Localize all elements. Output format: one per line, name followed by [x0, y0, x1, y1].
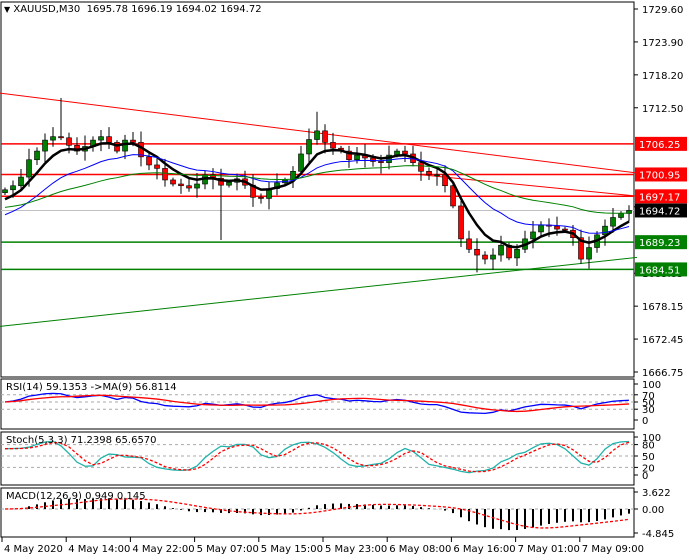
x-tick-label: 6 May 08:00: [389, 544, 451, 555]
y-tick-label: 1718.20: [642, 71, 683, 82]
candle-body: [562, 228, 568, 231]
macd-tick-label: 0.00: [642, 505, 664, 516]
macd-tick-label: 3.622: [642, 488, 671, 499]
y-tick-label: 1666.75: [642, 368, 683, 379]
price-label-support: 1689.23: [639, 238, 680, 249]
collapse-triangle-icon[interactable]: ▼: [4, 5, 10, 14]
candle-body: [154, 164, 160, 169]
candle-body: [498, 244, 504, 256]
x-tick-label: 6 May 16:00: [453, 544, 515, 555]
candle-body: [10, 185, 16, 191]
candle-body: [418, 162, 424, 172]
candle-body: [314, 130, 320, 140]
price-label-support: 1684.51: [639, 265, 680, 276]
candle-body: [450, 185, 456, 207]
candle-body: [194, 183, 200, 189]
y-tick-label: 1729.60: [642, 5, 683, 16]
candle-body: [170, 179, 176, 185]
candle-body: [610, 217, 616, 227]
stoch-tick-label: 80: [642, 441, 655, 452]
macd-tick-label: -4.845: [642, 529, 674, 540]
main-pane: [0, 1, 635, 378]
candle-body: [330, 142, 336, 149]
x-tick-label: 4 May 14:00: [68, 544, 130, 555]
y-tick-label: 1712.50: [642, 104, 683, 115]
x-tick-label: 7 May 09:00: [582, 544, 644, 555]
candle-body: [554, 225, 560, 230]
y-tick-label: 1723.90: [642, 38, 683, 49]
candle-body: [482, 254, 488, 260]
candle-body: [426, 170, 432, 176]
candle-body: [458, 205, 464, 240]
candle-body: [538, 224, 544, 233]
ohlc-label: 1695.78 1696.19 1694.02 1694.72: [86, 4, 262, 15]
candle-body: [490, 254, 496, 260]
candle-body: [298, 153, 304, 172]
candle-body: [162, 168, 168, 181]
candle-body: [98, 136, 104, 141]
candle-body: [34, 150, 40, 161]
candle-body: [586, 247, 592, 260]
candle-body: [354, 154, 360, 161]
candle-body: [178, 183, 184, 187]
price-label-resistance: 1697.17: [639, 192, 680, 203]
rsi-label: RSI(14) 59.1353 ->MA(9) 56.8114: [6, 382, 177, 393]
candle-body: [226, 181, 232, 186]
candle-body: [466, 238, 472, 250]
rsi-tick-label: 100: [642, 380, 661, 391]
candle-body: [402, 150, 408, 155]
chart-canvas[interactable]: 1729.601723.901718.201712.501695.351683.…: [0, 0, 700, 560]
x-tick-label: 5 May 07:00: [197, 544, 259, 555]
chart-header: ▼ XAUUSD,M30 1695.78 1696.19 1694.02 169…: [4, 4, 262, 15]
candle-body: [602, 225, 608, 236]
rsi-tick-label: 0: [642, 416, 648, 427]
candle-body: [2, 189, 8, 193]
x-tick-label: 5 May 15:00: [261, 544, 323, 555]
candle-body: [66, 137, 72, 146]
candle-body: [258, 196, 264, 199]
candle-body: [514, 248, 520, 259]
rsi-tick-label: 30: [642, 405, 655, 416]
moving-average-slow: [4, 165, 630, 214]
macd-signal-line: [4, 498, 630, 529]
candle-body: [42, 139, 48, 152]
macd-label: MACD(12,26,9) 0.949 0.145: [6, 491, 146, 502]
moving-average-mid: [4, 154, 630, 234]
support-trendline: [0, 256, 638, 327]
candle-body: [306, 139, 312, 155]
candle-body: [146, 156, 152, 166]
x-tick-label: 7 May 01:00: [518, 544, 580, 555]
candle-body: [18, 176, 24, 187]
x-tick-label: 4 May 22:00: [132, 544, 194, 555]
price-label-resistance: 1700.95: [639, 170, 680, 181]
candle-body: [434, 174, 440, 177]
price-label-resistance: 1706.25: [639, 140, 680, 151]
candle-body: [322, 130, 328, 143]
candle-body: [378, 161, 384, 163]
candle-body: [186, 185, 192, 189]
candle-body: [26, 159, 32, 178]
x-tick-label: 4 May 2020: [4, 544, 63, 555]
candle-body: [58, 136, 64, 139]
x-tick-label: 5 May 23:00: [325, 544, 387, 555]
symbol-label: XAUUSD,M30: [13, 4, 81, 15]
y-tick-label: 1678.15: [642, 302, 683, 313]
stoch-tick-label: 0: [642, 471, 648, 482]
candle-body: [122, 139, 128, 152]
price-label-current: 1694.72: [639, 206, 680, 217]
candle-body: [530, 231, 536, 240]
candle-body: [50, 136, 56, 141]
candle-body: [106, 136, 112, 143]
candle-body: [474, 248, 480, 256]
stoch-label: Stoch(5,3,3) 71.2398 65.6570: [6, 435, 157, 446]
candle-body: [618, 213, 624, 218]
y-tick-label: 1672.45: [642, 335, 683, 346]
candle-body: [130, 139, 136, 143]
stoch-tick-label: 50: [642, 452, 655, 463]
